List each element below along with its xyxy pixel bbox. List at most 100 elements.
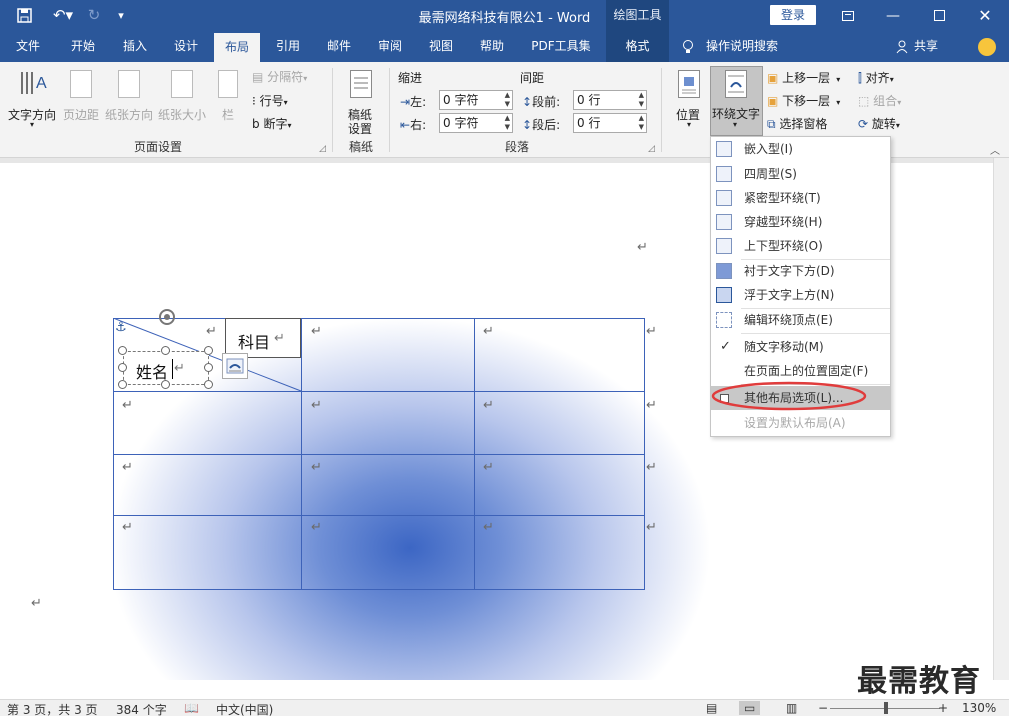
menu-item-in-front-of-text[interactable]: 浮于文字上方(N) <box>711 283 890 307</box>
breaks-button[interactable]: ▤ 分隔符▾ <box>252 68 322 86</box>
indent-right-input[interactable]: 0 字符 ▲ ▼ <box>439 113 513 133</box>
web-layout-icon[interactable]: ▥ <box>786 701 797 715</box>
menu-item-fix-position[interactable]: 在页面上的位置固定(F) <box>711 359 890 383</box>
tab-view[interactable]: 视图 <box>418 31 464 62</box>
page-count[interactable]: 第 3 页，共 3 页 <box>7 701 98 716</box>
vertical-scrollbar[interactable] <box>993 158 1009 680</box>
menu-item-inline[interactable]: 嵌入型(I) <box>711 137 890 161</box>
login-button[interactable]: 登录 <box>770 5 816 25</box>
orientation-button[interactable]: 纸张方向 <box>104 66 156 126</box>
menu-item-through[interactable]: 穿越型环绕(H) <box>711 210 890 234</box>
spin-arrows-icon[interactable]: ▲ ▼ <box>639 114 644 132</box>
resize-handle[interactable] <box>204 363 213 372</box>
spacing-before-input[interactable]: 0 行 ▲ ▼ <box>573 90 647 110</box>
customize-quick-access-icon[interactable]: ▾ <box>114 5 128 25</box>
wrap-text-button[interactable]: 环绕文字 ▾ <box>710 66 763 136</box>
tab-file[interactable]: 文件 <box>5 31 51 62</box>
zoom-slider-thumb[interactable] <box>884 702 888 714</box>
wrap-top-bottom-icon <box>716 238 732 254</box>
size-button[interactable]: 纸张大小 <box>157 66 209 126</box>
tab-pdf-tools[interactable]: PDF工具集 <box>523 31 599 62</box>
send-backward-icon: ▣ <box>767 94 779 108</box>
tab-mailings[interactable]: 邮件 <box>316 31 362 62</box>
undo-icon[interactable]: ↶▾ <box>48 5 78 25</box>
align-button[interactable]: ⫿ 对齐▾ <box>858 69 914 87</box>
tab-review[interactable]: 审阅 <box>367 31 413 62</box>
spin-arrows-icon[interactable]: ▲ ▼ <box>505 91 510 109</box>
save-icon[interactable] <box>14 5 34 25</box>
spacing-after-input[interactable]: 0 行 ▲ ▼ <box>573 113 647 133</box>
page-setup-launcher-icon[interactable]: ◿ <box>319 144 326 154</box>
menu-item-behind-text[interactable]: 衬于文字下方(D) <box>711 259 890 283</box>
paragraph-mark: ↵ <box>483 520 494 535</box>
resize-handle[interactable] <box>204 380 213 389</box>
group-separator <box>332 68 333 152</box>
selection-pane-button[interactable]: ⧉ 选择窗格 <box>767 115 853 133</box>
rotate-handle-icon[interactable] <box>157 307 177 327</box>
position-button[interactable]: 位置 ▾ <box>674 66 706 136</box>
tell-me-search[interactable]: 操作说明搜索 <box>706 31 778 62</box>
paragraph-mark: ↵ <box>122 520 133 535</box>
language[interactable]: 中文(中国) <box>216 701 273 716</box>
layout-options-button[interactable] <box>222 353 248 379</box>
resize-handle[interactable] <box>161 346 170 355</box>
breaks-icon: ▤ <box>252 70 264 84</box>
word-count[interactable]: 384 个字 <box>116 701 167 716</box>
smiley-feedback-icon[interactable] <box>978 38 996 56</box>
resize-handle[interactable] <box>118 380 127 389</box>
redo-icon[interactable]: ↻ <box>84 5 104 25</box>
resize-handle[interactable] <box>118 346 127 355</box>
spin-arrows-icon[interactable]: ▲ ▼ <box>639 91 644 109</box>
manuscript-settings-button[interactable]: 稿纸 设置 <box>340 66 382 136</box>
tab-design[interactable]: 设计 <box>163 31 209 62</box>
send-backward-button[interactable]: ▣ 下移一层 ▾ <box>767 92 853 110</box>
read-mode-icon[interactable]: ▤ <box>706 701 717 715</box>
tab-insert[interactable]: 插入 <box>112 31 158 62</box>
resize-handle[interactable] <box>118 363 127 372</box>
margins-button[interactable]: 页边距 <box>62 66 102 126</box>
tab-layout[interactable]: 布局 <box>214 33 260 62</box>
margins-label: 页边距 <box>63 108 100 122</box>
tab-home[interactable]: 开始 <box>60 31 106 62</box>
dropdown-arrow-icon: ▾ <box>733 120 738 129</box>
hyphenation-button[interactable]: b 断字▾ <box>252 115 322 133</box>
proofing-icon[interactable]: 📖 <box>184 701 199 715</box>
columns-button[interactable]: 栏 <box>214 66 244 126</box>
group-button[interactable]: ⬚ 组合▾ <box>858 92 914 110</box>
rotate-label: 旋转 <box>871 117 896 131</box>
zoom-out-icon[interactable]: − <box>818 701 828 715</box>
menu-item-edit-wrap-points[interactable]: 编辑环绕顶点(E) <box>711 308 890 332</box>
line-numbers-button[interactable]: ⁝ 行号▾ <box>252 92 322 110</box>
text-direction-button[interactable]: A 文字方向 ▾ <box>6 66 60 129</box>
dropdown-arrow-icon: ▾ <box>287 121 292 130</box>
print-layout-icon[interactable]: ▭ <box>739 701 761 715</box>
indent-left-input[interactable]: 0 字符 ▲ ▼ <box>439 90 513 110</box>
tab-references[interactable]: 引用 <box>265 31 311 62</box>
textbox-subject[interactable]: 科目 ↵ <box>225 318 301 358</box>
menu-item-square[interactable]: 四周型(S) <box>711 162 890 186</box>
menu-item-tight[interactable]: 紧密型环绕(T) <box>711 186 890 210</box>
close-icon[interactable]: ✕ <box>962 0 1008 31</box>
lightbulb-icon <box>682 39 694 55</box>
menu-item-top-bottom[interactable]: 上下型环绕(O) <box>711 234 890 258</box>
zoom-in-icon[interactable]: + <box>938 701 948 715</box>
bring-forward-button[interactable]: ▣ 上移一层 ▾ <box>767 69 853 87</box>
drawing-tools-context-label: 绘图工具 <box>606 0 669 31</box>
spin-arrows-icon[interactable]: ▲ ▼ <box>505 114 510 132</box>
share-button[interactable]: 共享 <box>914 31 938 62</box>
tab-format[interactable]: 格式 <box>606 31 669 62</box>
menu-item-move-with-text[interactable]: ✓ 随文字移动(M) <box>711 335 890 359</box>
ribbon-display-options-icon[interactable] <box>825 0 871 31</box>
resize-handle[interactable] <box>161 380 170 389</box>
paragraph-launcher-icon[interactable]: ◿ <box>648 144 655 154</box>
breaks-label: 分隔符 <box>267 70 304 84</box>
collapse-ribbon-icon[interactable]: ︿ <box>990 142 1000 157</box>
tab-help[interactable]: 帮助 <box>469 31 515 62</box>
rotate-button[interactable]: ⟳ 旋转▾ <box>858 115 914 133</box>
minimize-icon[interactable]: — <box>870 0 916 31</box>
zoom-level[interactable]: 130% <box>962 701 996 715</box>
resize-handle[interactable] <box>204 346 213 355</box>
maximize-icon[interactable] <box>916 0 962 31</box>
group-separator <box>661 68 662 152</box>
bring-forward-icon: ▣ <box>767 71 779 85</box>
